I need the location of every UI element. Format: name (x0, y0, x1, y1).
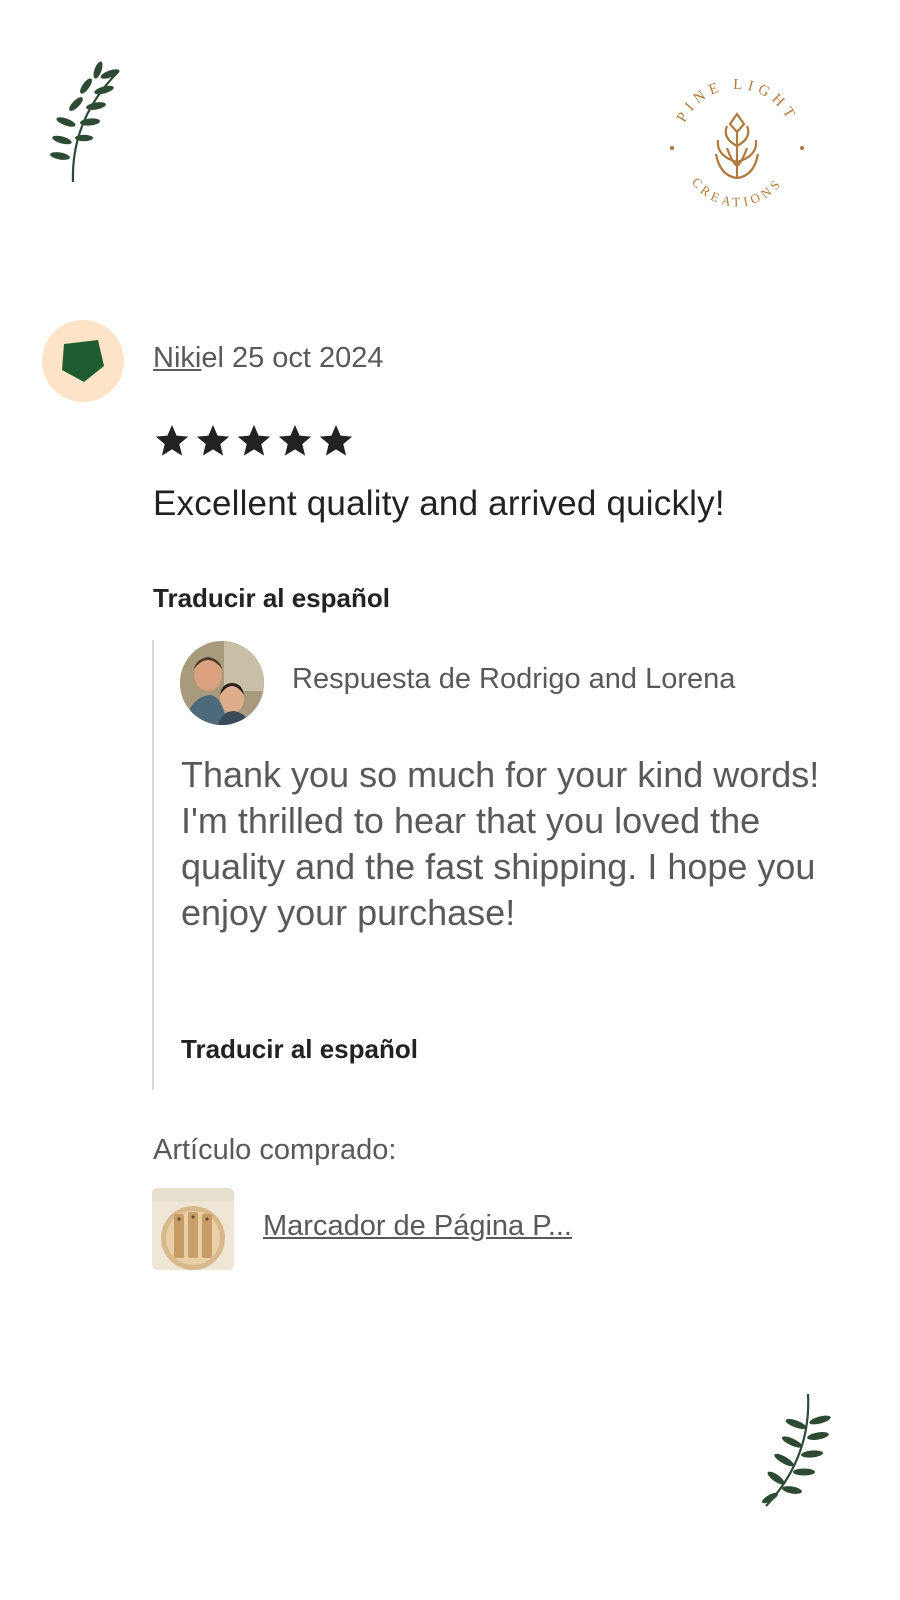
response-text: Thank you so much for your kind words! I… (181, 754, 820, 933)
star-rating (153, 422, 355, 460)
leaf-branch-icon (50, 61, 120, 183)
pinecone-icon (714, 112, 760, 180)
star-icon (237, 424, 271, 456)
pentagon-avatar-icon (62, 340, 104, 382)
bookmark-product-image (152, 1188, 234, 1270)
item-thumbnail[interactable] (152, 1188, 234, 1270)
seller-avatar[interactable] (180, 641, 264, 725)
review-meta: Nikiel 25 oct 2024 (153, 342, 384, 375)
pine-light-logo: PINE LIGHT CREATIONS (670, 77, 804, 209)
star-icon (155, 424, 189, 456)
star-icon (278, 424, 312, 456)
translate-response-button[interactable]: Traducir al español (181, 1034, 418, 1065)
item-title-link[interactable]: Marcador de Página P... (263, 1210, 572, 1243)
reviewer-avatar[interactable] (42, 320, 124, 402)
leaf-branch-icon (762, 1393, 831, 1507)
review-text: Excellent quality and arrived quickly! (153, 484, 725, 523)
response-divider (152, 640, 154, 1090)
purchased-item-label: Artículo comprado: (153, 1134, 397, 1166)
translate-review-button[interactable]: Traducir al español (153, 583, 390, 614)
svg-text:CREATIONS: CREATIONS (689, 174, 785, 209)
star-icon (319, 424, 353, 456)
response-label: Respuesta de Rodrigo and Lorena (292, 663, 736, 695)
svg-text:PINE LIGHT: PINE LIGHT (674, 77, 800, 125)
seller-photo-icon (180, 641, 264, 725)
star-icon (196, 424, 230, 456)
review-date: el 25 oct 2024 (201, 342, 384, 374)
reviewer-name-link[interactable]: Niki (153, 342, 201, 374)
